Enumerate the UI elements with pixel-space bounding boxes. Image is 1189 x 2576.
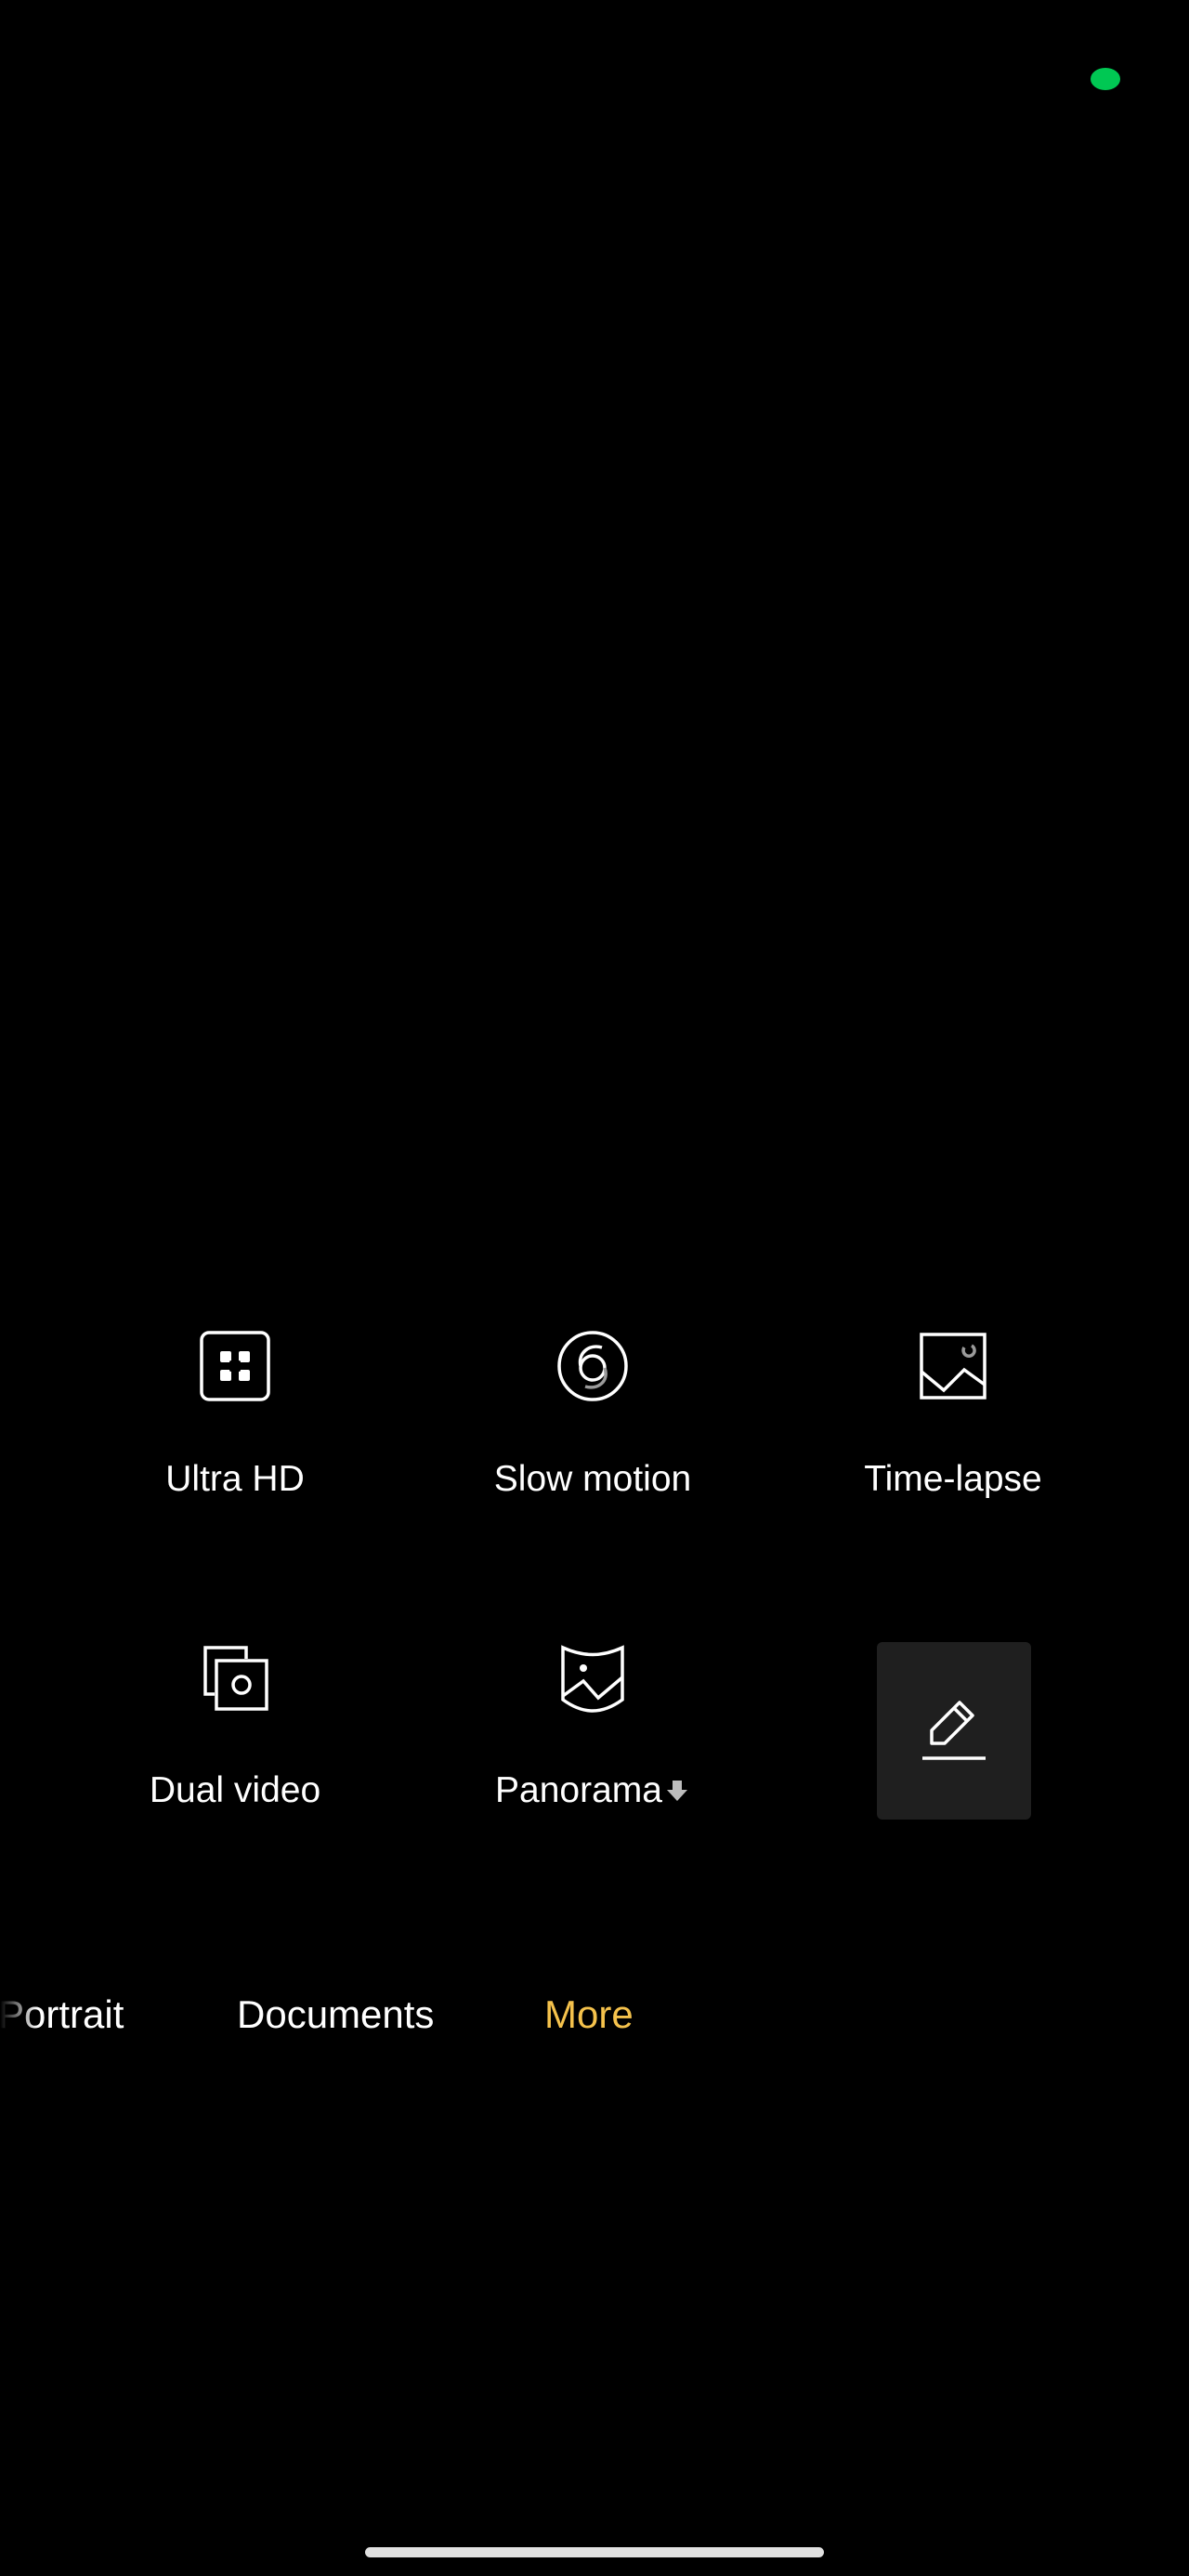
- edit-pencil-icon: [922, 1701, 986, 1760]
- camera-viewfinder[interactable]: [0, 0, 1189, 1282]
- mode-tab-more[interactable]: More: [544, 1987, 634, 2043]
- edit-modes-button[interactable]: [877, 1642, 1031, 1820]
- privacy-indicator-dot: [1091, 68, 1120, 90]
- mode-ultra-hd[interactable]: Ultra HD: [59, 1320, 412, 1543]
- mode-label: Ultra HD: [165, 1459, 305, 1499]
- home-indicator[interactable]: [365, 2547, 824, 2557]
- mode-bar-fade: [0, 1987, 37, 2043]
- mode-label: Dual video: [149, 1770, 321, 1810]
- panorama-icon: [555, 1640, 630, 1715]
- ultra-hd-icon: [198, 1329, 272, 1403]
- mode-slow-motion[interactable]: Slow motion: [416, 1320, 769, 1543]
- download-icon: [664, 1778, 690, 1804]
- mode-label: Panorama: [416, 1770, 769, 1811]
- mode-time-lapse[interactable]: Time-lapse: [777, 1320, 1130, 1543]
- mode-panorama[interactable]: Panorama: [416, 1631, 769, 1854]
- mode-label: Time-lapse: [864, 1459, 1042, 1499]
- time-lapse-icon: [916, 1329, 990, 1403]
- panorama-label: Panorama: [495, 1770, 662, 1810]
- dual-video-icon: [198, 1640, 272, 1715]
- mode-dual-video[interactable]: Dual video: [59, 1631, 412, 1854]
- slow-motion-icon: [555, 1329, 630, 1403]
- mode-tab-documents[interactable]: Documents: [237, 1987, 434, 2043]
- mode-label: Slow motion: [493, 1459, 692, 1499]
- camera-mode-bar: Portrait Documents More: [0, 1987, 1189, 2043]
